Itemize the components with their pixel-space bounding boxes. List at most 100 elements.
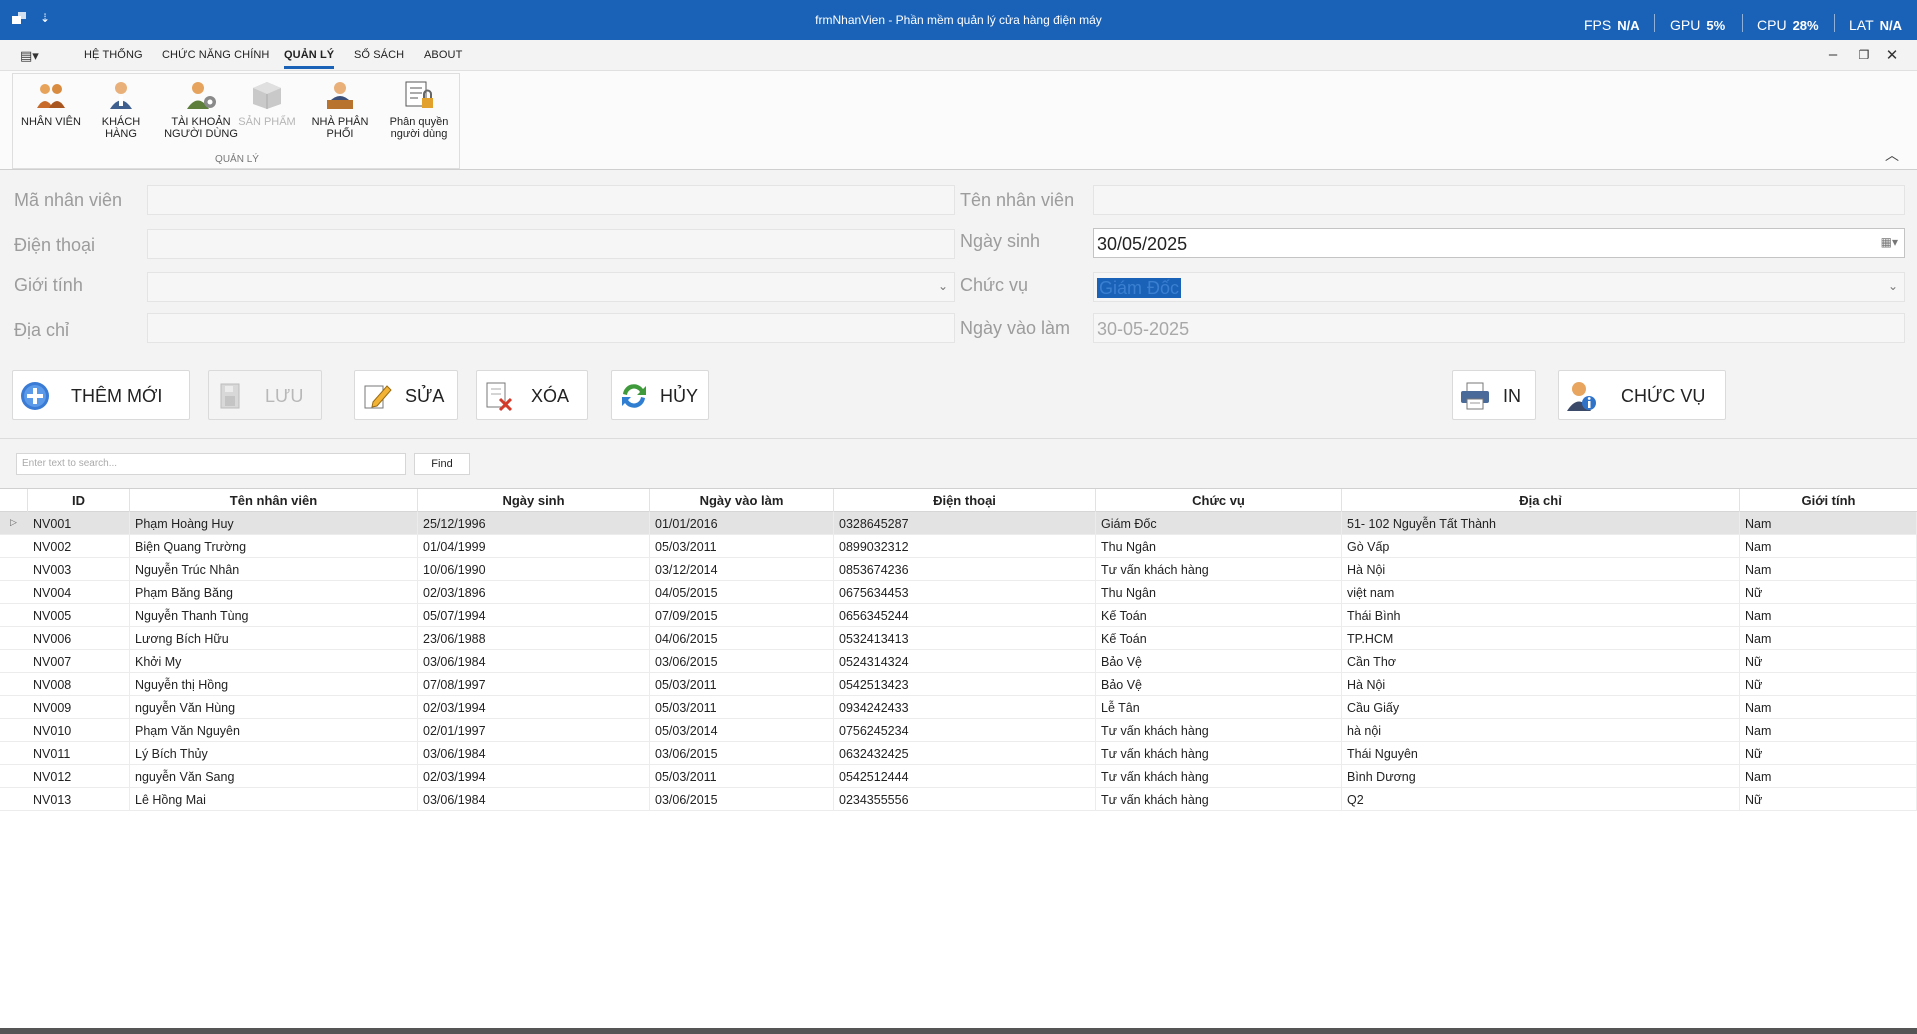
table-cell[interactable]: Nam [1740, 604, 1917, 627]
table-cell[interactable]: 0328645287 [834, 512, 1096, 535]
minimize-icon[interactable]: – [1823, 46, 1843, 63]
ribbon-btn-phan-quyen[interactable]: Phân quyền người dùng [383, 80, 455, 140]
table-cell[interactable]: NV012 [28, 765, 130, 788]
table-cell[interactable]: 02/03/1896 [418, 581, 650, 604]
chevron-down-icon[interactable]: ⌄ [938, 279, 948, 293]
table-row[interactable]: NV012 nguyễn Văn Sang 02/03/1994 05/03/2011… [0, 765, 1917, 788]
table-cell[interactable]: Biện Quang Trường [130, 535, 418, 558]
table-cell[interactable]: Khởi My [130, 650, 418, 673]
table-cell[interactable]: 0532413413 [834, 627, 1096, 650]
table-cell[interactable]: 05/03/2011 [650, 696, 834, 719]
xoa-button[interactable]: XÓA [476, 370, 588, 420]
col-header-dien-thoai[interactable]: Điện thoại [834, 489, 1096, 512]
table-cell[interactable]: NV010 [28, 719, 130, 742]
table-cell[interactable]: nguyễn Văn Hùng [130, 696, 418, 719]
tab-quan-ly[interactable]: QUẢN LÝ [284, 49, 335, 69]
col-header-id[interactable]: ID [28, 489, 130, 512]
table-row[interactable]: NV007 Khởi My 03/06/1984 03/06/2015 05243143… [0, 650, 1917, 673]
table-cell[interactable]: Cần Thơ [1342, 650, 1740, 673]
table-cell[interactable]: 0756245234 [834, 719, 1096, 742]
tab-chuc-nang-chinh[interactable]: CHỨC NĂNG CHÍNH [162, 49, 269, 61]
table-cell[interactable]: 23/06/1988 [418, 627, 650, 650]
col-header-ngay-sinh[interactable]: Ngày sinh [418, 489, 650, 512]
table-cell[interactable]: 03/06/1984 [418, 788, 650, 811]
ma-nv-field[interactable] [147, 185, 955, 215]
table-cell[interactable]: nguyễn Văn Sang [130, 765, 418, 788]
table-cell[interactable]: 0542512444 [834, 765, 1096, 788]
table-cell[interactable]: 0899032312 [834, 535, 1096, 558]
table-cell[interactable]: Giám Đốc [1096, 512, 1342, 535]
table-cell[interactable]: 0632432425 [834, 742, 1096, 765]
table-cell[interactable]: Thái Bình [1342, 604, 1740, 627]
table-cell[interactable]: Nữ [1740, 673, 1917, 696]
table-cell[interactable]: Nam [1740, 558, 1917, 581]
table-cell[interactable]: Nam [1740, 696, 1917, 719]
table-cell[interactable]: Tư vấn khách hàng [1096, 788, 1342, 811]
table-cell[interactable]: NV005 [28, 604, 130, 627]
table-row[interactable]: NV009 nguyễn Văn Hùng 02/03/1994 05/03/2011… [0, 696, 1917, 719]
table-cell[interactable]: Lê Hồng Mai [130, 788, 418, 811]
table-cell[interactable]: 0542513423 [834, 673, 1096, 696]
table-cell[interactable]: NV007 [28, 650, 130, 673]
collapse-ribbon-icon[interactable]: ︿ [1885, 145, 1899, 165]
table-cell[interactable]: Nữ [1740, 788, 1917, 811]
search-input[interactable]: Enter text to search... [16, 453, 406, 475]
table-cell[interactable]: Thái Nguyên [1342, 742, 1740, 765]
chevron-down-icon[interactable]: ⌄ [1888, 279, 1898, 293]
table-cell[interactable]: Tư vấn khách hàng [1096, 719, 1342, 742]
table-row[interactable]: NV013 Lê Hồng Mai 03/06/1984 03/06/2015 0234… [0, 788, 1917, 811]
table-cell[interactable]: Tư vấn khách hàng [1096, 765, 1342, 788]
table-row[interactable]: NV008 Nguyễn thị Hồng 07/08/1997 05/03/2011… [0, 673, 1917, 696]
table-cell[interactable]: Kế Toán [1096, 627, 1342, 650]
restore-icon[interactable]: ❐ [1854, 48, 1874, 62]
table-row[interactable]: NV003 Nguyễn Trúc Nhân 10/06/1990 03/12/201… [0, 558, 1917, 581]
table-cell[interactable]: 05/03/2011 [650, 765, 834, 788]
table-cell[interactable]: Phạm Băng Băng [130, 581, 418, 604]
table-cell[interactable]: hà nội [1342, 719, 1740, 742]
table-cell[interactable]: Nữ [1740, 581, 1917, 604]
table-cell[interactable]: 07/08/1997 [418, 673, 650, 696]
col-header-chuc-vu[interactable]: Chức vụ [1096, 489, 1342, 512]
table-cell[interactable]: 02/01/1997 [418, 719, 650, 742]
table-cell[interactable]: 10/06/1990 [418, 558, 650, 581]
table-cell[interactable]: Nguyễn Trúc Nhân [130, 558, 418, 581]
table-cell[interactable]: 0234355556 [834, 788, 1096, 811]
table-cell[interactable]: 03/06/2015 [650, 742, 834, 765]
table-cell[interactable]: NV006 [28, 627, 130, 650]
application-menu-icon[interactable]: ▤▾ [20, 48, 39, 64]
table-cell[interactable]: Nữ [1740, 650, 1917, 673]
table-cell[interactable]: TP.HCM [1342, 627, 1740, 650]
table-cell[interactable]: Thu Ngân [1096, 535, 1342, 558]
col-header-dia-chi[interactable]: Địa chỉ [1342, 489, 1740, 512]
table-cell[interactable]: việt nam [1342, 581, 1740, 604]
table-cell[interactable]: Nguyễn thị Hồng [130, 673, 418, 696]
ribbon-btn-khach-hang[interactable]: KHÁCH HÀNG [85, 80, 157, 140]
table-cell[interactable]: Nam [1740, 535, 1917, 558]
table-cell[interactable]: 07/09/2015 [650, 604, 834, 627]
table-cell[interactable]: Lương Bích Hữu [130, 627, 418, 650]
table-cell[interactable]: NV003 [28, 558, 130, 581]
ribbon-btn-nha-phan-phoi[interactable]: NHÀ PHÂN PHỐI [297, 80, 383, 140]
table-cell[interactable]: 05/03/2011 [650, 673, 834, 696]
table-row[interactable]: ▷ NV001 Phạm Hoàng Huy 25/12/1996 01/01/2016… [0, 512, 1917, 535]
table-cell[interactable]: Nguyễn Thanh Tùng [130, 604, 418, 627]
table-cell[interactable]: 05/03/2011 [650, 535, 834, 558]
tab-about[interactable]: ABOUT [424, 49, 462, 61]
table-cell[interactable]: NV009 [28, 696, 130, 719]
table-cell[interactable]: Hà Nội [1342, 558, 1740, 581]
table-cell[interactable]: Nam [1740, 512, 1917, 535]
col-header-ngay-vao-lam[interactable]: Ngày vào làm [650, 489, 834, 512]
table-cell[interactable]: 02/03/1994 [418, 696, 650, 719]
table-cell[interactable]: 0934242433 [834, 696, 1096, 719]
table-cell[interactable]: 03/06/1984 [418, 650, 650, 673]
table-cell[interactable]: NV011 [28, 742, 130, 765]
table-cell[interactable]: NV002 [28, 535, 130, 558]
table-cell[interactable]: 01/01/2016 [650, 512, 834, 535]
table-row[interactable]: NV010 Phạm Văn Nguyên 02/01/1997 05/03/2014… [0, 719, 1917, 742]
luu-button[interactable]: LƯU [208, 370, 322, 420]
table-cell[interactable]: Lý Bích Thủy [130, 742, 418, 765]
table-cell[interactable]: Tư vấn khách hàng [1096, 742, 1342, 765]
ribbon-btn-tai-khoan[interactable]: TÀI KHOẢN NGƯỜI DÙNG [161, 80, 241, 140]
table-cell[interactable]: Q2 [1342, 788, 1740, 811]
table-cell[interactable]: 04/06/2015 [650, 627, 834, 650]
